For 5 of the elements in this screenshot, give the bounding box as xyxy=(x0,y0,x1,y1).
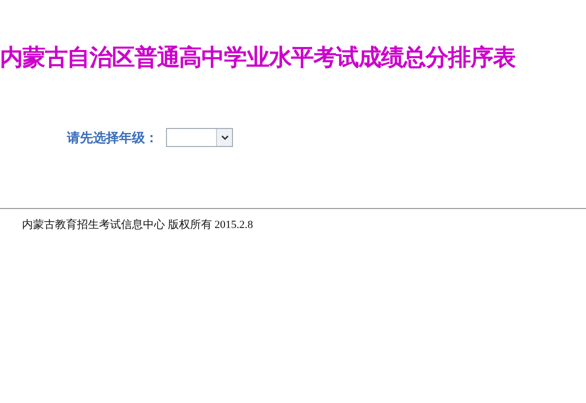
grade-dropdown[interactable] xyxy=(166,128,233,147)
page-title: 内蒙古自治区普通高中学业水平考试成绩总分排序表 xyxy=(0,44,517,72)
grade-label: 请先选择年级： xyxy=(67,130,158,146)
chevron-down-icon xyxy=(220,134,228,140)
copyright-text: 内蒙古教育招生考试信息中心 版权所有 2015.2.8 xyxy=(21,218,254,232)
